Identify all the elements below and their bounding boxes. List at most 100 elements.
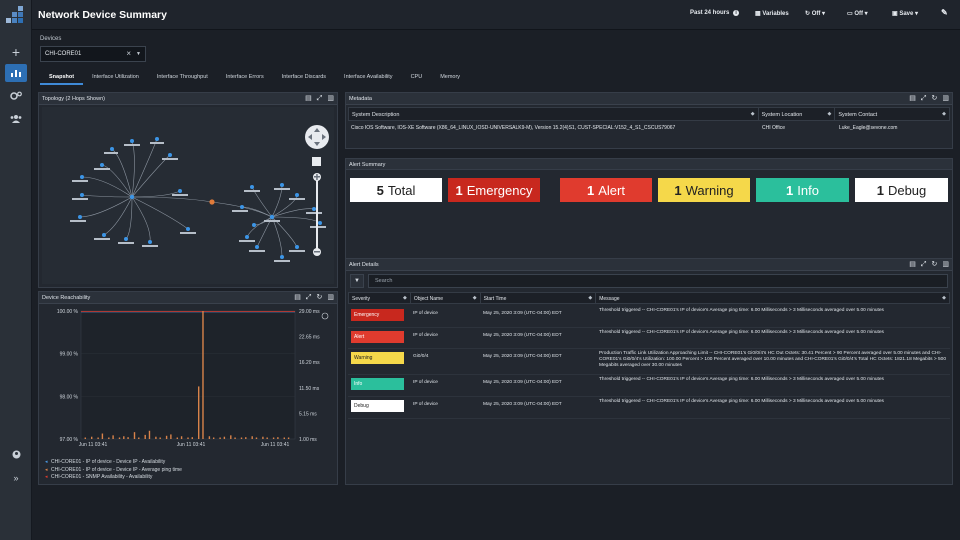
ping-time-bar [202, 311, 204, 439]
tab-interface-utilization[interactable]: Interface Utilization [83, 72, 148, 85]
download-icon[interactable]: ▥ [942, 261, 949, 269]
add-icon[interactable]: + [5, 43, 27, 61]
object-name-link[interactable]: IP of device [410, 328, 480, 348]
devices-select[interactable]: CHI-CORE01 × ▼ [40, 46, 146, 62]
sort-icon[interactable]: ◆ [473, 295, 477, 301]
summary-label: Warning [685, 182, 734, 198]
ping-time-bar [176, 437, 178, 439]
save-button[interactable]: ▣ Save ▾ [892, 10, 918, 17]
fullscreen-icon[interactable]: ⤢ [306, 294, 312, 302]
filter-icon[interactable]: ▼ [350, 274, 364, 288]
ping-time-bar [155, 436, 157, 439]
clear-icon[interactable]: × [126, 49, 131, 58]
legend-item[interactable]: ◂ CHI-CORE01 - IP of device - Device IP -… [45, 467, 182, 475]
severity-badge: Alert [351, 331, 404, 343]
message-cell: Threshold triggered -- CHI-CORE01's IP o… [599, 377, 884, 382]
topology-svg[interactable] [42, 107, 334, 284]
fullscreen-icon[interactable]: ⤢ [921, 95, 927, 103]
object-name-link[interactable]: IP of device [410, 375, 480, 396]
summary-emergency[interactable]: 1 Emergency [448, 178, 540, 202]
legend-item[interactable]: ◂ CHI-CORE01 - SNMP Availability - Availa… [45, 474, 182, 482]
time-range-label: Past 24 hours [690, 10, 730, 16]
app-logo-icon[interactable] [6, 5, 26, 25]
edit-icon[interactable]: ✎ [941, 8, 948, 17]
fullscreen-icon[interactable]: ⤢ [317, 95, 323, 103]
table-row: Cisco IOS Software, IOS-XE Software (X86… [348, 121, 950, 135]
column-header-label: Object Name [413, 296, 443, 302]
table-row[interactable]: Debug IP of device May 25, 2020 3:09 (UTC-… [348, 397, 950, 419]
sort-icon[interactable]: ◆ [942, 295, 946, 301]
column-header[interactable]: Start Time ◆ [481, 293, 597, 303]
sort-icon[interactable]: ◆ [828, 111, 832, 117]
export-icon[interactable]: ▤ [909, 261, 916, 269]
column-header[interactable]: Severity ◆ [349, 293, 411, 303]
refresh-button[interactable]: ↻ Off ▾ [805, 10, 825, 17]
legend-item-label: CHI-CORE01 - IP of device - Device IP - … [51, 459, 166, 465]
ping-time-bar [127, 437, 129, 439]
search-input[interactable]: Search [368, 274, 948, 288]
topology-panel-header: Topology (2 Hops Shown) ▤ ⤢ ▥ [39, 93, 337, 105]
ping-time-bar [138, 437, 140, 439]
object-name-link[interactable]: Gi0/0/4 [410, 349, 480, 374]
time-range-button[interactable]: Past 24 hours i [690, 10, 740, 16]
tab-snapshot[interactable]: Snapshot [40, 72, 84, 85]
ping-time-bar [223, 436, 226, 439]
tab-cpu[interactable]: CPU [402, 72, 432, 85]
refresh-icon[interactable]: ↻ [932, 95, 938, 103]
topology-graph[interactable] [42, 107, 334, 284]
column-header[interactable]: System Location ◆ [759, 108, 836, 120]
fullscreen-icon[interactable]: ⤢ [921, 261, 927, 269]
zoom-control[interactable] [305, 125, 329, 256]
tab-interface-availability[interactable]: Interface Availability [335, 72, 402, 85]
expand-nav-icon[interactable]: » [5, 469, 27, 487]
sort-icon[interactable]: ◆ [588, 295, 592, 301]
tab-memory[interactable]: Memory [431, 72, 469, 85]
download-icon[interactable]: ▥ [942, 95, 949, 103]
export-icon[interactable]: ▤ [909, 95, 916, 103]
table-row[interactable]: Warning Gi0/0/4 May 25, 2020 3:09 (UTC-04:… [348, 349, 950, 375]
sort-icon[interactable]: ◆ [751, 111, 755, 117]
tab-interface-discards[interactable]: Interface Discards [273, 72, 335, 85]
alert-details-panel-header: Alert Details ▤ ⤢ ↻ ▥ [346, 259, 952, 271]
tab-interface-throughput[interactable]: Interface Throughput [148, 72, 217, 85]
download-icon[interactable]: ▥ [327, 294, 334, 302]
refresh-icon[interactable]: ↻ [932, 261, 938, 269]
sort-icon[interactable]: ◆ [942, 111, 946, 117]
tab-interface-errors[interactable]: Interface Errors [217, 72, 273, 85]
autorefresh-button[interactable]: ▭ Off ▾ [847, 10, 868, 17]
summary-info[interactable]: 1 Info [756, 178, 849, 202]
dashboard-icon[interactable] [5, 64, 27, 82]
summary-warning[interactable]: 1 Warning [658, 178, 750, 202]
summary-debug[interactable]: 1 Debug [855, 178, 948, 202]
sort-icon[interactable]: ◆ [403, 295, 407, 301]
object-name-link[interactable]: IP of device [410, 397, 480, 418]
y-right-tick-label: 29.00 ms [299, 309, 320, 315]
users-icon[interactable] [5, 109, 27, 127]
download-icon[interactable]: ▥ [327, 95, 334, 103]
summary-total[interactable]: 5 Total [350, 178, 442, 202]
refresh-icon[interactable]: ↻ [317, 294, 323, 302]
reachability-chart[interactable]: 100.00 % 99.00 % 98.00 % 97.00 % 29.00 ms 22.… [41, 305, 335, 455]
column-header-label: Start Time [483, 296, 507, 302]
metadata-panel: Metadata ▤ ⤢ ↻ ▥ System Description ◆ Sys… [345, 92, 953, 149]
export-icon[interactable]: ▤ [294, 294, 301, 302]
user-account-icon[interactable] [5, 445, 27, 463]
table-row[interactable]: Emergency IP of device May 25, 2020 3:09 (… [348, 306, 950, 328]
column-header[interactable]: Message ◆ [596, 293, 949, 303]
summary-count: 1 [786, 182, 794, 198]
column-header[interactable]: System Contact ◆ [835, 108, 949, 120]
summary-count: 1 [455, 182, 463, 198]
settings-icon[interactable] [5, 87, 27, 105]
summary-alert[interactable]: 1 Alert [560, 178, 652, 202]
summary-label: Emergency [466, 182, 533, 198]
severity-cell: Alert [348, 328, 410, 348]
column-header[interactable]: System Description ◆ [349, 108, 759, 120]
object-name-link[interactable]: IP of device [410, 306, 480, 327]
legend-item[interactable]: ◂ CHI-CORE01 - IP of device - Device IP -… [45, 459, 182, 467]
table-row[interactable]: Alert IP of device May 25, 2020 3:09 (UTC-… [348, 328, 950, 349]
column-header[interactable]: Object Name ◆ [411, 293, 481, 303]
export-icon[interactable]: ▤ [305, 95, 312, 103]
variables-button[interactable]: ▦ Variables [755, 10, 789, 17]
table-row[interactable]: Info IP of device May 25, 2020 3:09 (UTC-0… [348, 375, 950, 397]
chevron-down-icon[interactable]: ▼ [136, 51, 141, 57]
